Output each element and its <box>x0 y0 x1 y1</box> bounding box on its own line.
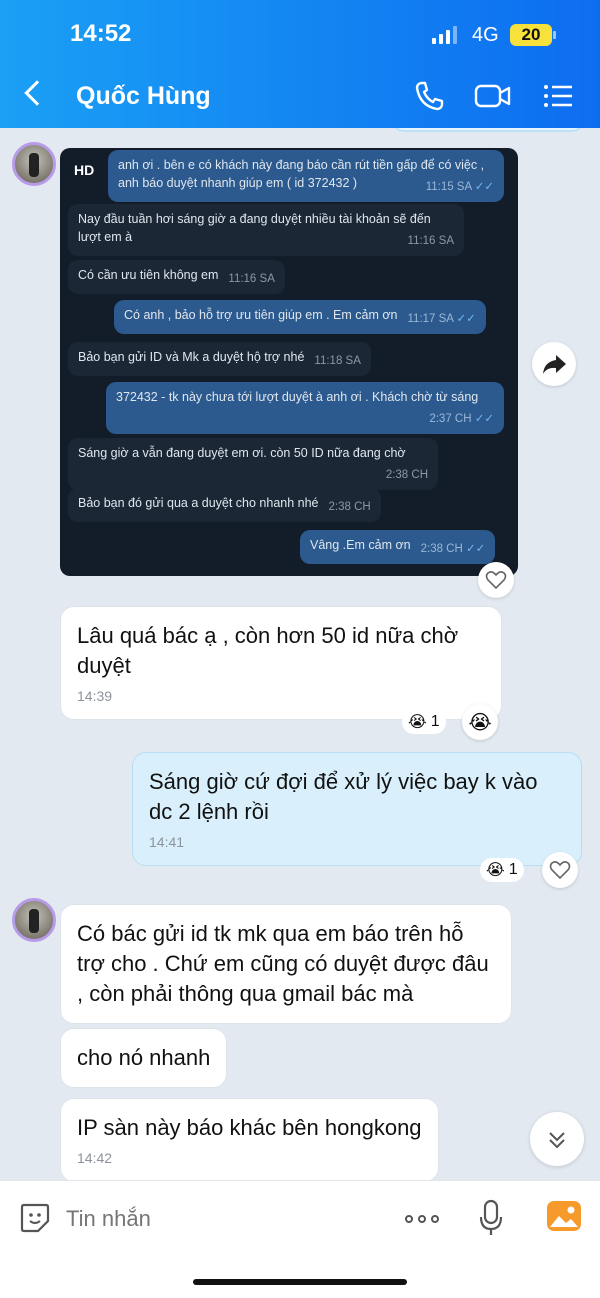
heart-icon <box>549 861 571 880</box>
double-chevron-down-icon <box>549 1132 565 1149</box>
reaction-count: 1 <box>430 713 440 730</box>
back-icon[interactable] <box>24 80 50 106</box>
incoming-message[interactable]: Lâu quá bác ạ , còn hơn 50 id nữa chờ du… <box>60 606 502 720</box>
embedded-message: Có cần ưu tiên không em 11:16 SA <box>68 260 285 294</box>
hd-badge: HD <box>74 162 95 178</box>
reaction-summary[interactable]: 😭 1 <box>480 858 524 882</box>
video-call-icon[interactable] <box>474 80 512 112</box>
header-bar: 14:52 4G 20 Quốc Hùng <box>0 0 600 128</box>
previous-message-edge <box>392 128 584 132</box>
battery-icon: 20 <box>510 24 556 46</box>
crying-emoji-icon: 😭 <box>468 711 492 734</box>
reaction-count: 1 <box>508 861 518 878</box>
embedded-message: Bảo bạn đó gửi qua a duyệt cho nhanh nhé… <box>68 488 381 522</box>
forward-arrow-icon <box>543 355 566 374</box>
message-text: cho nó nhanh <box>77 1045 211 1070</box>
image-gallery-icon[interactable] <box>546 1199 582 1233</box>
message-time: 14:41 <box>149 834 185 850</box>
crying-emoji-icon: 😭 <box>486 862 505 879</box>
contact-name[interactable]: Quốc Hùng <box>76 82 211 111</box>
message-text: Có bác gửi id tk mk qua em báo trên hỗ t… <box>77 921 489 1006</box>
incoming-message[interactable]: IP sàn này báo khác bên hongkong 14:42 <box>60 1098 439 1180</box>
message-input-bar <box>0 1180 600 1298</box>
double-check-icon: ✓✓ <box>466 543 486 555</box>
outgoing-message[interactable]: Sáng giờ cứ đợi để xử lý việc bay k vào … <box>132 752 582 866</box>
embedded-message: Vâng .Em cảm ơn 2:38 CH ✓✓ <box>300 530 496 564</box>
double-check-icon: ✓✓ <box>456 313 476 325</box>
chat-area[interactable]: HD anh ơi . bên e có khách này đang báo … <box>0 128 600 1180</box>
react-button[interactable]: 😭 <box>462 704 498 740</box>
phone-call-icon[interactable] <box>414 80 444 112</box>
home-indicator <box>193 1279 407 1285</box>
crying-emoji-icon: 😭 <box>408 714 427 731</box>
double-check-icon: ✓✓ <box>474 413 494 425</box>
message-time: 14:39 <box>77 688 113 704</box>
react-button[interactable] <box>478 562 514 598</box>
scroll-down-button[interactable] <box>530 1112 584 1166</box>
message-time: 14:42 <box>77 1150 113 1166</box>
signal-icon <box>432 26 457 44</box>
image-message[interactable]: HD anh ơi . bên e có khách này đang báo … <box>60 148 518 576</box>
contact-avatar[interactable] <box>12 142 56 186</box>
more-options-icon[interactable] <box>405 1215 439 1223</box>
microphone-icon[interactable] <box>478 1199 504 1237</box>
embedded-message: Nay đầu tuần hơi sáng giờ a đang duyệt n… <box>68 204 464 256</box>
embedded-message: Có anh , bảo hỗ trợ ưu tiên giúp em . Em… <box>114 300 486 334</box>
battery-level: 20 <box>521 25 541 44</box>
contact-avatar[interactable] <box>12 898 56 942</box>
react-button[interactable] <box>542 852 578 888</box>
incoming-message[interactable]: Có bác gửi id tk mk qua em báo trên hỗ t… <box>60 904 512 1024</box>
status-time: 14:52 <box>70 20 132 47</box>
menu-list-icon[interactable] <box>542 80 574 112</box>
message-input[interactable] <box>66 1199 366 1239</box>
network-type: 4G <box>472 24 499 46</box>
heart-icon <box>485 571 507 590</box>
embedded-message: anh ơi . bên e có khách này đang báo cần… <box>108 150 504 202</box>
message-text: Sáng giờ cứ đợi để xử lý việc bay k vào … <box>149 769 538 824</box>
embedded-message: Bảo bạn gửi ID và Mk a duyệt hộ trợ nhé … <box>68 342 371 376</box>
incoming-message[interactable]: cho nó nhanh <box>60 1028 228 1088</box>
sticker-icon[interactable] <box>18 1201 52 1235</box>
forward-button[interactable] <box>532 342 576 386</box>
double-check-icon: ✓✓ <box>474 181 494 193</box>
embedded-message: Sáng giờ a vẫn đang duyệt em ơi. còn 50 … <box>68 438 438 490</box>
embedded-message: 372432 - tk này chưa tới lượt duyệt à an… <box>106 382 504 434</box>
message-text: Lâu quá bác ạ , còn hơn 50 id nữa chờ du… <box>77 623 459 678</box>
reaction-summary[interactable]: 😭 1 <box>402 710 446 734</box>
message-text: IP sàn này báo khác bên hongkong <box>77 1115 422 1140</box>
